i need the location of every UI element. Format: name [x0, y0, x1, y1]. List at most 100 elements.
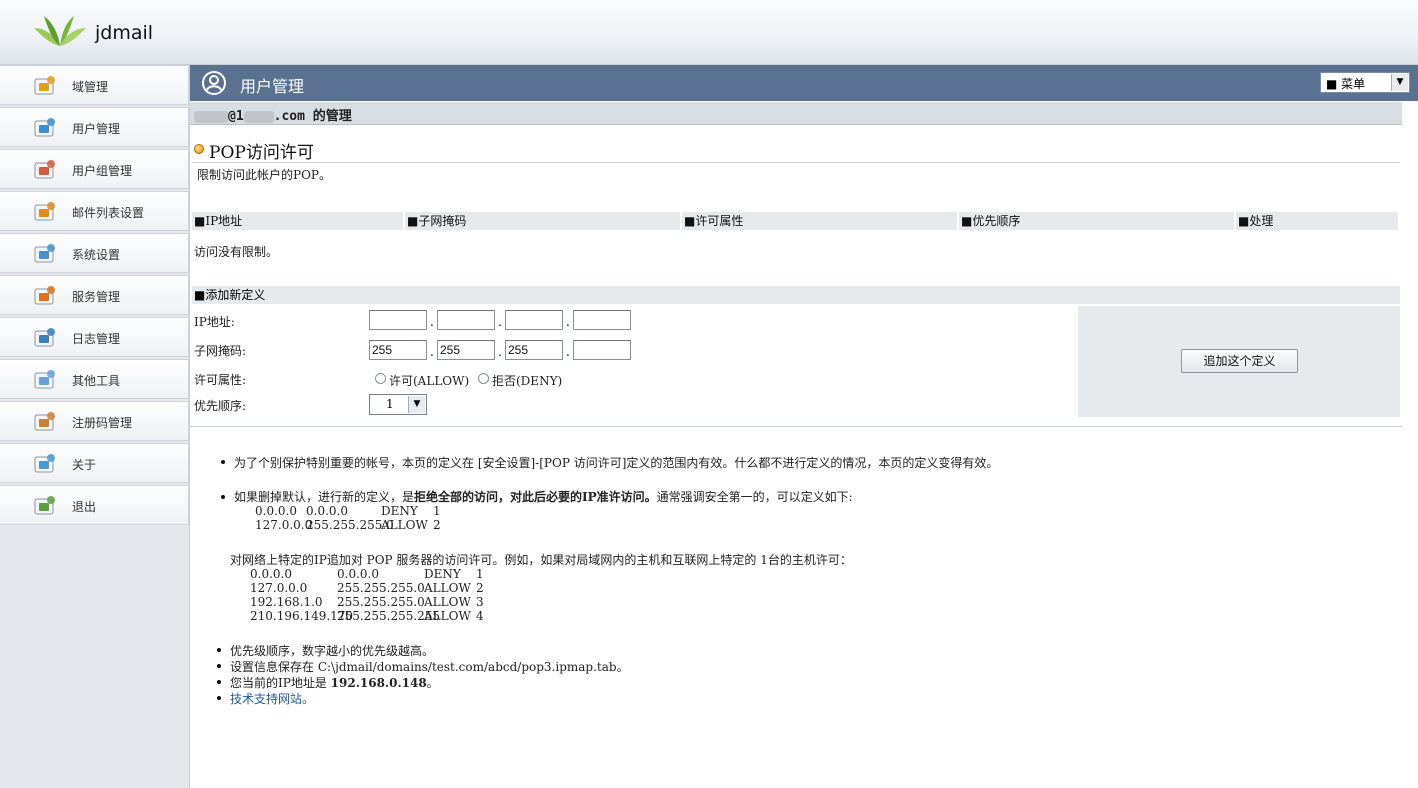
leaf-logo-icon: [34, 16, 86, 46]
mask-octet-3[interactable]: [505, 340, 563, 360]
ip-octet-4[interactable]: [573, 310, 631, 330]
separator: .: [498, 345, 502, 359]
example-cell: 0.0.0.0: [337, 567, 379, 581]
list-bullet: [217, 664, 221, 668]
sidebar-item-label: 邮件列表设置: [72, 206, 145, 220]
example-cell: 255.255.255.0: [337, 581, 425, 595]
column-header: ■优先顺序: [959, 212, 1234, 230]
example-cell: 4: [476, 609, 484, 623]
add-panel: 追加这个定义: [1078, 306, 1400, 417]
list-bullet: [217, 648, 221, 652]
account-title: @1 .com 的管理: [194, 105, 352, 124]
sidebar-item-label: 日志管理: [72, 332, 121, 346]
allow-radio[interactable]: [375, 373, 386, 384]
example-cell: 3: [476, 595, 484, 609]
system-settings-icon: [34, 244, 55, 263]
sidebar-item-label: 服务管理: [72, 290, 121, 304]
chevron-down-icon: ▼: [408, 396, 425, 413]
example-cell: 192.168.1.0: [250, 595, 323, 609]
example-cell: ALLOW: [424, 581, 471, 595]
column-header: ■子网掩码: [405, 212, 680, 230]
example-cell: 127.0.0.0: [250, 581, 308, 595]
sidebar-item-label: 关于: [72, 458, 97, 472]
menu-dropdown[interactable]: ■ 菜单 ▼: [1320, 72, 1410, 93]
deny-radio[interactable]: [478, 373, 489, 384]
license-icon: [34, 412, 55, 431]
example-cell: ALLOW: [424, 595, 471, 609]
note-priority: 优先级顺序，数字越小的优先级越高。: [230, 644, 435, 658]
sidebar-item[interactable]: 用户管理: [0, 107, 189, 147]
column-header: ■IP地址: [192, 212, 403, 230]
brand-name: jdmail: [95, 22, 154, 44]
sidebar: 域管理用户管理用户组管理邮件列表设置 系统设置服务管理日志管理其他工具注册码管理关…: [0, 65, 190, 788]
ip-octet-2[interactable]: [437, 310, 495, 330]
note-current-ip: 您当前的IP地址是 192.168.0.148。: [230, 676, 439, 690]
sidebar-item[interactable]: 系统设置: [0, 233, 189, 273]
sidebar-item-label: 其他工具: [72, 374, 121, 388]
sidebar-item[interactable]: 服务管理: [0, 275, 189, 315]
sidebar-item[interactable]: 其他工具: [0, 359, 189, 399]
user-icon: [34, 118, 55, 137]
note-scope: 为了个别保护特别重要的帐号，本页的定义在 [安全设置]-[POP 访问许可]定义…: [234, 456, 999, 470]
section-header: POP访问许可: [192, 138, 1400, 163]
priority-label: 优先顺序:: [194, 399, 247, 413]
list-bullet: [217, 696, 221, 700]
sidebar-item[interactable]: 用户组管理: [0, 149, 189, 189]
example-cell: 1: [433, 504, 441, 518]
section-description: 限制访问此帐户的POP。: [197, 168, 331, 182]
allow-label[interactable]: 许可(ALLOW): [389, 372, 469, 389]
service-icon: [34, 286, 55, 305]
mask-octet-2[interactable]: [437, 340, 495, 360]
sidebar-item-label: 注册码管理: [72, 416, 133, 430]
ip-label: IP地址:: [194, 315, 235, 329]
divider: [190, 426, 1402, 427]
section-title: POP访问许可: [209, 143, 314, 163]
sidebar-item[interactable]: 关于: [0, 443, 189, 483]
note-config-path: 设置信息保存在 C:\jdmail/domains/test.com/abcd/…: [230, 660, 629, 674]
sidebar-item-label: 退出: [72, 500, 97, 514]
domain-icon: [34, 76, 55, 95]
separator: .: [566, 345, 570, 359]
sidebar-item-label: 用户管理: [72, 122, 121, 136]
deny-label[interactable]: 拒否(DENY): [492, 372, 562, 389]
separator: .: [498, 315, 502, 329]
example-cell: 127.0.0.0: [255, 518, 313, 532]
sidebar-item[interactable]: 退出: [0, 485, 189, 525]
add-definition-button[interactable]: 追加这个定义: [1181, 349, 1298, 373]
example-cell: ALLOW: [381, 518, 428, 532]
support-link[interactable]: 技术支持网站。: [230, 690, 314, 707]
list-bullet: [217, 680, 221, 684]
example-cell: 0.0.0.0: [250, 567, 292, 581]
example-cell: 2: [433, 518, 441, 532]
priority-select[interactable]: 1 ▼: [369, 394, 427, 415]
ip-octet-3[interactable]: [505, 310, 563, 330]
user-circle-icon: [202, 71, 226, 95]
menu-dropdown-value: ■ 菜单: [1326, 77, 1366, 91]
bullet-icon: [194, 144, 204, 154]
example-cell: 1: [476, 567, 484, 581]
sidebar-item-label: 系统设置: [72, 248, 121, 262]
about-icon: [34, 454, 55, 473]
separator: .: [566, 315, 570, 329]
note-example: 对网络上特定的IP追加对 POP 服务器的访问许可。例如，如果对局域网内的主机和…: [230, 553, 852, 567]
sidebar-item[interactable]: 邮件列表设置: [0, 191, 189, 231]
mask-octet-4[interactable]: [573, 340, 631, 360]
blurred-text: [194, 110, 228, 123]
mailing-list-icon: [34, 202, 55, 221]
page-titlebar: 用户管理 ■ 菜单 ▼: [190, 65, 1418, 101]
empty-state-text: 访问没有限制。: [194, 245, 279, 259]
main-content: 用户管理 ■ 菜单 ▼ @1 .com 的管理 POP访问许可 限制访问此帐户的P…: [190, 65, 1418, 788]
mask-octet-1[interactable]: [369, 340, 427, 360]
blurred-text: [243, 110, 274, 123]
sidebar-item-label: 域管理: [72, 80, 109, 94]
group-icon: [34, 160, 55, 179]
sidebar-item[interactable]: 注册码管理: [0, 401, 189, 441]
list-bullet: [221, 495, 225, 499]
separator: .: [430, 315, 434, 329]
ip-octet-1[interactable]: [369, 310, 427, 330]
top-header: jdmail: [0, 0, 1418, 65]
sidebar-item[interactable]: 日志管理: [0, 317, 189, 357]
sidebar-item[interactable]: 域管理: [0, 65, 189, 105]
example-cell: DENY: [424, 567, 461, 581]
logout-icon: [34, 496, 55, 515]
